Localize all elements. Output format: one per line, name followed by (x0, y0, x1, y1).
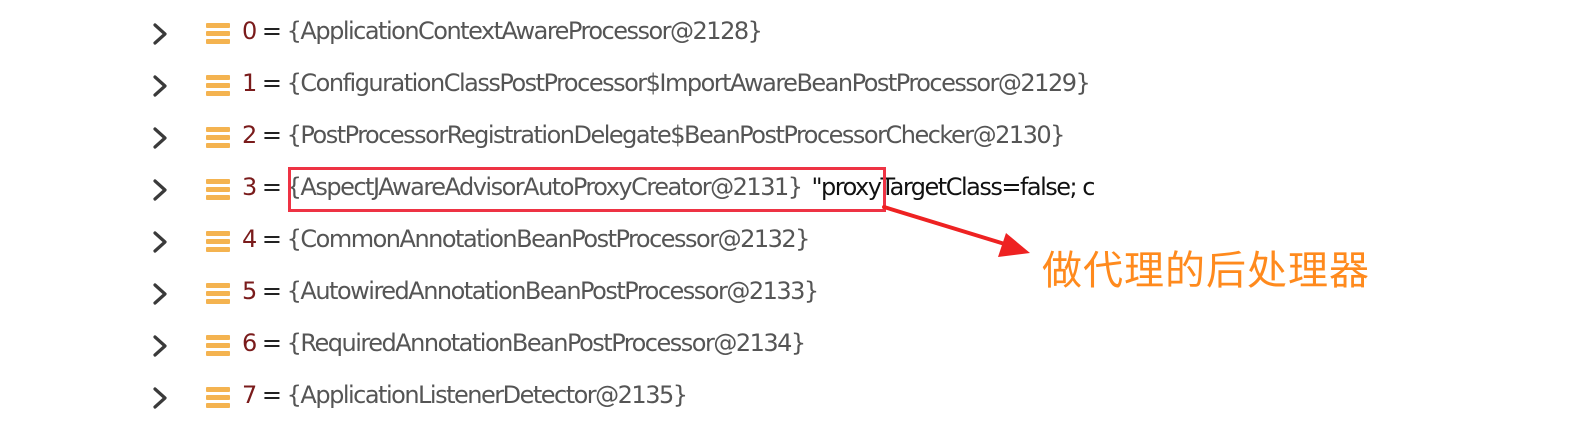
chevron-right-icon[interactable] (150, 384, 172, 412)
row-value: {ApplicationListenerDetector@2135} (286, 381, 688, 409)
annotation-arrow-icon (882, 205, 1030, 257)
row-equals: = (255, 17, 287, 45)
tree-row-text: 4 = {CommonAnnotationBeanPostProcessor@2… (242, 221, 811, 257)
row-index: 6 (242, 329, 257, 357)
row-value: {CommonAnnotationBeanPostProcessor@2132} (286, 225, 811, 253)
annotation-highlight-box (288, 167, 886, 212)
row-equals: = (255, 69, 287, 97)
field-list-icon (206, 125, 230, 149)
row-value: {ConfigurationClassPostProcessor$ImportA… (286, 69, 1091, 97)
row-equals: = (255, 277, 287, 305)
annotation-label: 做代理的后处理器 (1042, 248, 1370, 294)
field-list-icon (206, 281, 230, 305)
row-value: {PostProcessorRegistrationDelegate$BeanP… (286, 121, 1066, 149)
chevron-right-icon[interactable] (150, 72, 172, 100)
chevron-right-icon[interactable] (150, 20, 172, 48)
row-index: 2 (242, 121, 257, 149)
debugger-variables-panel: 0 = {ApplicationContextAwareProcessor@21… (0, 0, 1591, 436)
row-index: 1 (242, 69, 257, 97)
field-list-icon (206, 385, 230, 409)
row-value: {RequiredAnnotationBeanPostProcessor@213… (286, 329, 807, 357)
chevron-right-icon[interactable] (150, 124, 172, 152)
row-equals: = (255, 121, 287, 149)
field-list-icon (206, 229, 230, 253)
row-equals: = (255, 329, 287, 357)
tree-row-text: 0 = {ApplicationContextAwareProcessor@21… (242, 13, 763, 49)
row-index: 0 (242, 17, 257, 45)
tree-row-text: 1 = {ConfigurationClassPostProcessor$Imp… (242, 65, 1091, 101)
field-list-icon (206, 73, 230, 97)
row-index: 5 (242, 277, 257, 305)
tree-row-6[interactable]: 6 = {RequiredAnnotationBeanPostProcessor… (0, 320, 1591, 372)
chevron-right-icon[interactable] (150, 228, 172, 256)
row-equals: = (255, 381, 287, 409)
row-index: 4 (242, 225, 257, 253)
tree-row-2[interactable]: 2 = {PostProcessorRegistrationDelegate$B… (0, 112, 1591, 164)
tree-row-text: 5 = {AutowiredAnnotationBeanPostProcesso… (242, 273, 820, 309)
tree-row-text: 7 = {ApplicationListenerDetector@2135} (242, 377, 688, 413)
tree-row-1[interactable]: 1 = {ConfigurationClassPostProcessor$Imp… (0, 60, 1591, 112)
chevron-right-icon[interactable] (150, 332, 172, 360)
row-index: 7 (242, 381, 257, 409)
field-list-icon (206, 177, 230, 201)
chevron-right-icon[interactable] (150, 280, 172, 308)
row-value: {ApplicationContextAwareProcessor@2128} (286, 17, 763, 45)
row-equals: = (255, 173, 287, 201)
row-value: {AutowiredAnnotationBeanPostProcessor@21… (286, 277, 820, 305)
row-equals: = (255, 225, 287, 253)
row-index: 3 (242, 173, 257, 201)
chevron-right-icon[interactable] (150, 176, 172, 204)
tree-row-7[interactable]: 7 = {ApplicationListenerDetector@2135} (0, 372, 1591, 424)
field-list-icon (206, 333, 230, 357)
tree-row-text: 2 = {PostProcessorRegistrationDelegate$B… (242, 117, 1066, 153)
field-list-icon (206, 21, 230, 45)
tree-row-text: 6 = {RequiredAnnotationBeanPostProcessor… (242, 325, 807, 361)
tree-row-0[interactable]: 0 = {ApplicationContextAwareProcessor@21… (0, 8, 1591, 60)
